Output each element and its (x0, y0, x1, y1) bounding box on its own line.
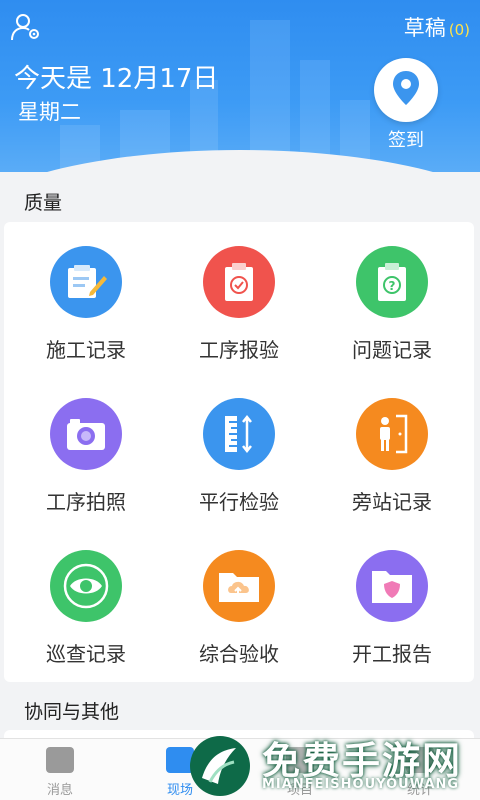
message-icon (46, 747, 74, 773)
site-icon (166, 747, 194, 773)
date-text: 今天是 12月17日 (14, 64, 219, 94)
weekday-text: 星期二 (18, 100, 81, 124)
checklist-icon (203, 246, 275, 318)
question-icon: ? (356, 246, 428, 318)
grid-item-label: 工序拍照 (46, 490, 126, 514)
grid-item-side-station-record[interactable]: 旁站记录 (314, 374, 470, 524)
quality-card: 施工记录 工序报验 ? 问题记录 工序拍照 平行检验 旁站记录 巡查记录 综合验… (4, 222, 474, 682)
grid-item-construction-record[interactable]: 施工记录 (8, 222, 164, 372)
grid-item-process-photo[interactable]: 工序拍照 (8, 374, 164, 524)
location-pin-icon (392, 70, 420, 110)
signin-button[interactable]: 签到 (374, 58, 438, 152)
watermark-subtitle: MIANFEISHOUYOUWANG (262, 777, 460, 792)
grid-item-label: 工序报验 (199, 338, 279, 362)
header-banner: 草稿 (0) 今天是 12月17日 星期二 签到 (0, 0, 480, 172)
grid-item-label: 巡查记录 (46, 642, 126, 666)
grid-item-issue-record[interactable]: ? 问题记录 (314, 222, 470, 372)
person-door-icon (356, 398, 428, 470)
grid-item-patrol-record[interactable]: 巡查记录 (8, 526, 164, 676)
grid-item-label: 开工报告 (352, 642, 432, 666)
tab-label: 消息 (46, 783, 73, 798)
draft-label: 草稿 (403, 16, 446, 40)
user-settings-icon[interactable] (10, 12, 44, 42)
grid-item-label: 平行检验 (199, 490, 279, 514)
signin-label: 签到 (388, 130, 424, 151)
grid-item-label: 问题记录 (352, 338, 432, 362)
grid-item-label: 综合验收 (199, 642, 279, 666)
camera-icon (50, 398, 122, 470)
ruler-icon (203, 398, 275, 470)
grid-item-parallel-inspection[interactable]: 平行检验 (161, 374, 317, 524)
section-title-collab: 协同与其他 (24, 701, 120, 723)
grid-item-label: 旁站记录 (352, 490, 432, 514)
grid-item-label: 施工记录 (46, 338, 126, 362)
draft-count: (0) (448, 21, 470, 39)
eye-icon (50, 550, 122, 622)
tab-messages[interactable]: 消息 (0, 739, 120, 800)
edit-note-icon (50, 246, 122, 318)
grid-item-start-report[interactable]: 开工报告 (314, 526, 470, 676)
tab-site[interactable]: 现场 (120, 739, 240, 800)
draft-button[interactable]: 草稿 (0) (404, 12, 470, 42)
grid-item-comprehensive-acceptance[interactable]: 综合验收 (161, 526, 317, 676)
svg-text:?: ? (389, 279, 396, 293)
folder-shield-icon (356, 550, 428, 622)
folder-upload-icon (203, 550, 275, 622)
tab-label: 现场 (166, 783, 193, 798)
section-title-quality: 质量 (24, 192, 63, 214)
grid-item-process-inspection[interactable]: 工序报验 (161, 222, 317, 372)
